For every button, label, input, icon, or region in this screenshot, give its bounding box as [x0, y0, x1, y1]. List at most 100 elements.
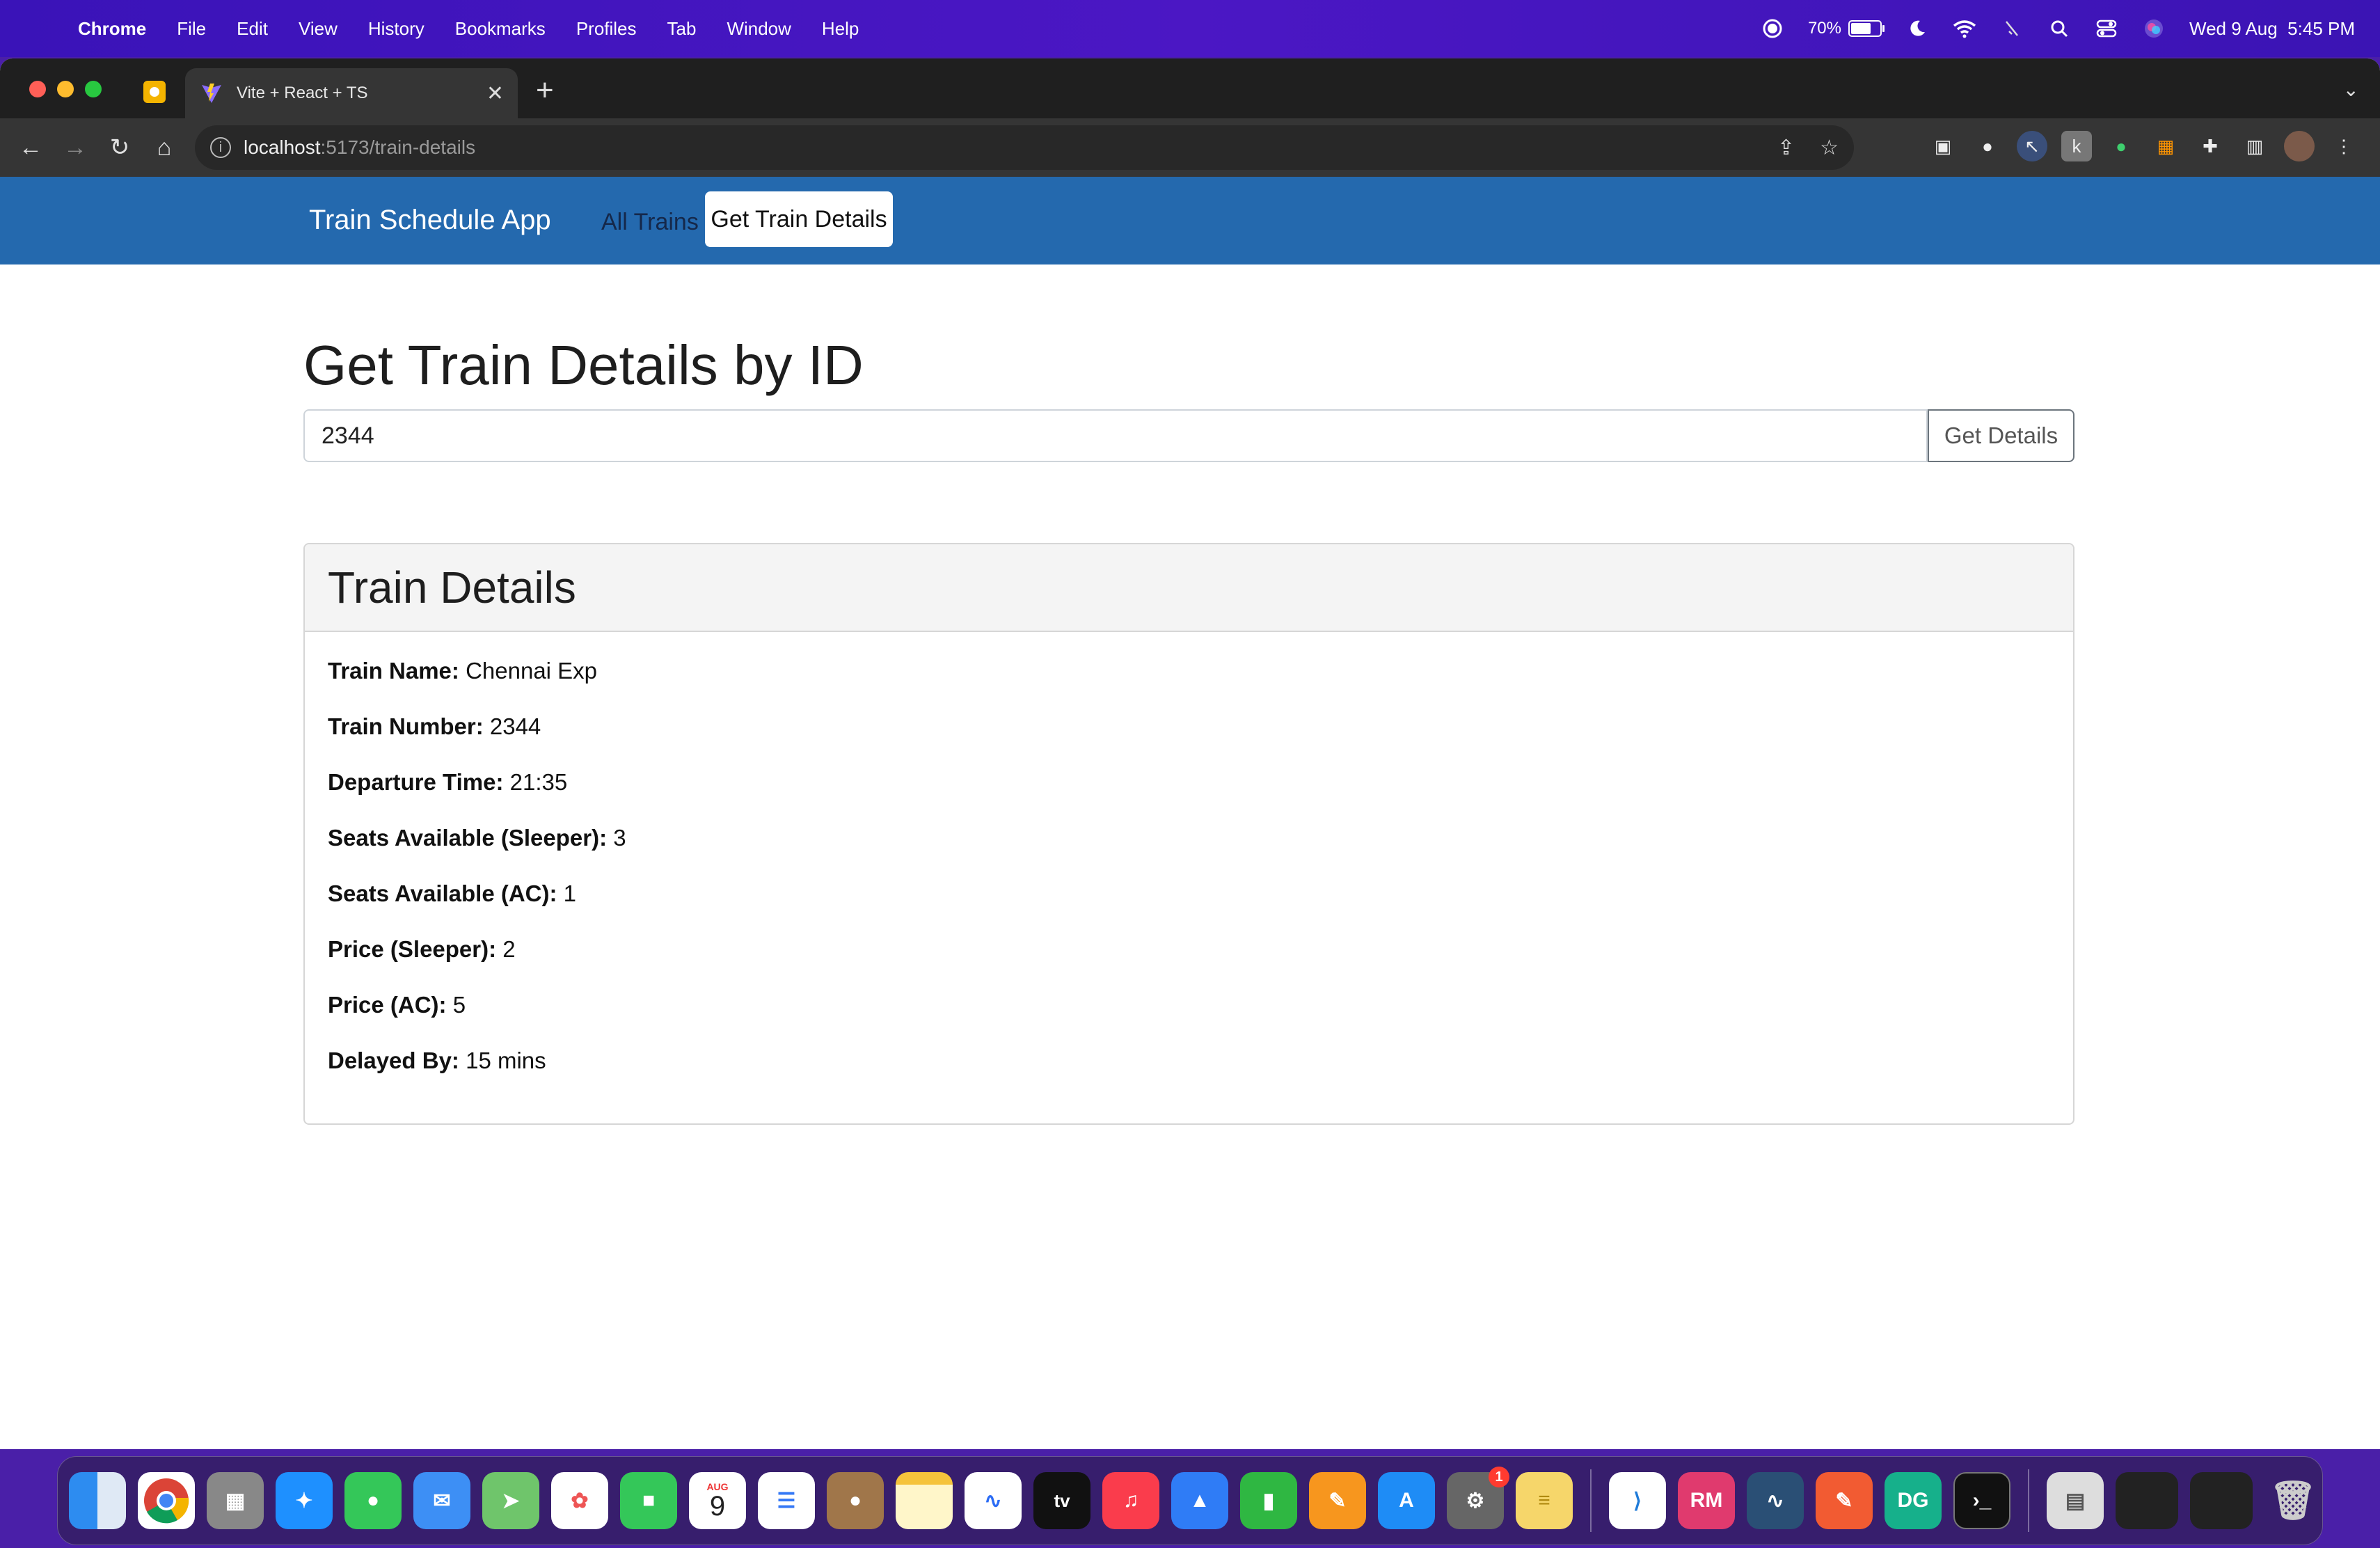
menu-profiles[interactable]: Profiles: [576, 18, 637, 40]
documents-stack-icon[interactable]: ▤: [2047, 1472, 2104, 1529]
browser-toolbar: ← → ↻ ⌂ i localhost:5173/train-details ⇪…: [0, 118, 2380, 177]
minimize-window-button[interactable]: [57, 81, 74, 97]
safari-icon[interactable]: ✦: [276, 1472, 333, 1529]
fullscreen-window-button[interactable]: [85, 81, 102, 97]
trash-icon[interactable]: 🗑: [2264, 1472, 2322, 1529]
menu-file[interactable]: File: [177, 18, 206, 40]
bluetooth-off-icon[interactable]: [2000, 17, 2024, 40]
tab-strip: Vite + React + TS ✕ + ⌄: [0, 58, 2380, 118]
active-tab[interactable]: Vite + React + TS ✕: [185, 68, 518, 118]
extension-green-icon[interactable]: ●: [2106, 131, 2136, 161]
wifi-icon[interactable]: [1953, 17, 1976, 40]
tab-search-chevron-icon[interactable]: ⌄: [2343, 78, 2359, 101]
numbers-icon[interactable]: ▮: [1240, 1472, 1297, 1529]
maps-icon[interactable]: ➤: [482, 1472, 539, 1529]
site-info-icon[interactable]: i: [210, 137, 231, 158]
extensions-row: ▣ ● ↖ k ● ▦ ✚ ▥ ⋮: [1928, 131, 2359, 161]
battery-icon: [1848, 20, 1885, 37]
stickies-icon[interactable]: ≡: [1516, 1472, 1573, 1529]
back-arrow-icon[interactable]: ←: [14, 131, 47, 164]
chrome-icon[interactable]: [138, 1472, 195, 1529]
calendar-icon[interactable]: AUG 9: [689, 1472, 746, 1529]
launchpad-icon[interactable]: ▦: [207, 1472, 264, 1529]
menu-tab[interactable]: Tab: [667, 18, 697, 40]
profile-avatar[interactable]: [2284, 131, 2315, 161]
detail-label: Seats Available (Sleeper):: [328, 825, 608, 851]
detail-label: Train Number:: [328, 713, 484, 739]
forward-arrow-icon[interactable]: →: [58, 131, 92, 164]
minimized-window-thumb[interactable]: [2190, 1472, 2253, 1529]
address-bar[interactable]: i localhost:5173/train-details ⇪ ☆: [195, 125, 1854, 170]
notes-icon[interactable]: [896, 1472, 953, 1529]
close-window-button[interactable]: [29, 81, 46, 97]
menu-edit[interactable]: Edit: [237, 18, 268, 40]
extension-cursor-icon[interactable]: ↖: [2017, 131, 2047, 161]
new-tab-button[interactable]: +: [536, 75, 554, 106]
system-settings-icon[interactable]: ⚙ 1: [1447, 1467, 1509, 1529]
freeform-icon[interactable]: ∿: [965, 1472, 1022, 1529]
screen-record-icon[interactable]: [1761, 17, 1784, 40]
dg-label: DG: [1897, 1489, 1929, 1512]
dock-separator: [1590, 1469, 1592, 1532]
detail-train-number: Train Number: 2344: [328, 713, 2073, 768]
extension-dark-icon[interactable]: ●: [1972, 131, 2003, 161]
get-details-button[interactable]: Get Details: [1928, 409, 2074, 462]
messages-icon[interactable]: ●: [344, 1472, 402, 1529]
detail-value: Chennai Exp: [466, 658, 598, 684]
mail-icon[interactable]: ✉: [413, 1472, 470, 1529]
menu-help[interactable]: Help: [822, 18, 859, 40]
facetime-icon[interactable]: ■: [620, 1472, 677, 1529]
detail-value: 5: [452, 992, 466, 1018]
mysql-workbench-icon[interactable]: ∿: [1747, 1472, 1804, 1529]
menu-app-chrome[interactable]: Chrome: [78, 18, 146, 40]
bookmark-star-icon[interactable]: ☆: [1820, 136, 1839, 160]
train-id-input[interactable]: [303, 409, 1928, 462]
tv-label: tv: [1054, 1490, 1070, 1511]
pages-icon[interactable]: ✎: [1309, 1472, 1366, 1529]
home-icon[interactable]: ⌂: [148, 131, 181, 164]
vscode-icon[interactable]: ⟩: [1609, 1472, 1666, 1529]
picture-in-picture-icon[interactable]: ▣: [1928, 131, 1958, 161]
moon-icon[interactable]: [1905, 17, 1929, 40]
siri-icon[interactable]: [2142, 17, 2166, 40]
contacts-icon[interactable]: ●: [827, 1472, 884, 1529]
search-icon[interactable]: [2047, 17, 2071, 40]
control-center-icon[interactable]: [2095, 17, 2118, 40]
battery-status[interactable]: 70%: [1808, 19, 1885, 38]
detail-value: 2344: [489, 713, 541, 739]
nav-get-train-details[interactable]: Get Train Details: [705, 191, 893, 247]
side-panel-icon[interactable]: ▥: [2239, 131, 2270, 161]
rubymine-icon[interactable]: RM: [1678, 1472, 1735, 1529]
finder-icon[interactable]: [69, 1472, 126, 1529]
extensions-puzzle-icon[interactable]: ✚: [2195, 131, 2226, 161]
keynote-icon[interactable]: ▲: [1171, 1472, 1228, 1529]
app-navbar: Train Schedule App All Trains Get Train …: [0, 177, 2380, 264]
menu-bookmarks[interactable]: Bookmarks: [455, 18, 546, 40]
reload-icon[interactable]: ↻: [103, 131, 136, 164]
extension-grey-icon[interactable]: k: [2061, 131, 2092, 161]
extension-grid-icon[interactable]: ▦: [2150, 131, 2181, 161]
detail-label: Departure Time:: [328, 769, 504, 795]
app-brand[interactable]: Train Schedule App: [309, 205, 551, 236]
close-tab-icon[interactable]: ✕: [486, 81, 504, 106]
pinned-tab-icon[interactable]: [143, 81, 166, 103]
clock-datetime[interactable]: Wed 9 Aug 5:45 PM: [2189, 18, 2355, 40]
reminders-icon[interactable]: ☰: [758, 1472, 815, 1529]
menu-view[interactable]: View: [299, 18, 338, 40]
apple-tv-icon[interactable]: tv: [1033, 1472, 1090, 1529]
share-icon[interactable]: ⇪: [1777, 136, 1795, 160]
music-icon[interactable]: ♫: [1102, 1472, 1159, 1529]
page-title: Get Train Details by ID: [303, 334, 864, 396]
vite-logo-icon: [202, 84, 221, 103]
postman-icon[interactable]: ✎: [1816, 1472, 1873, 1529]
card-header: Train Details: [305, 544, 2073, 632]
terminal-icon[interactable]: ›_: [1953, 1472, 2010, 1529]
nav-all-trains[interactable]: All Trains: [601, 209, 699, 236]
chrome-menu-icon[interactable]: ⋮: [2329, 131, 2359, 161]
minimized-window-thumb[interactable]: [2116, 1472, 2178, 1529]
menu-history[interactable]: History: [368, 18, 425, 40]
datagrip-icon[interactable]: DG: [1885, 1472, 1942, 1529]
menu-window[interactable]: Window: [727, 18, 791, 40]
photos-icon[interactable]: ✿: [551, 1472, 608, 1529]
app-store-icon[interactable]: A: [1378, 1472, 1435, 1529]
